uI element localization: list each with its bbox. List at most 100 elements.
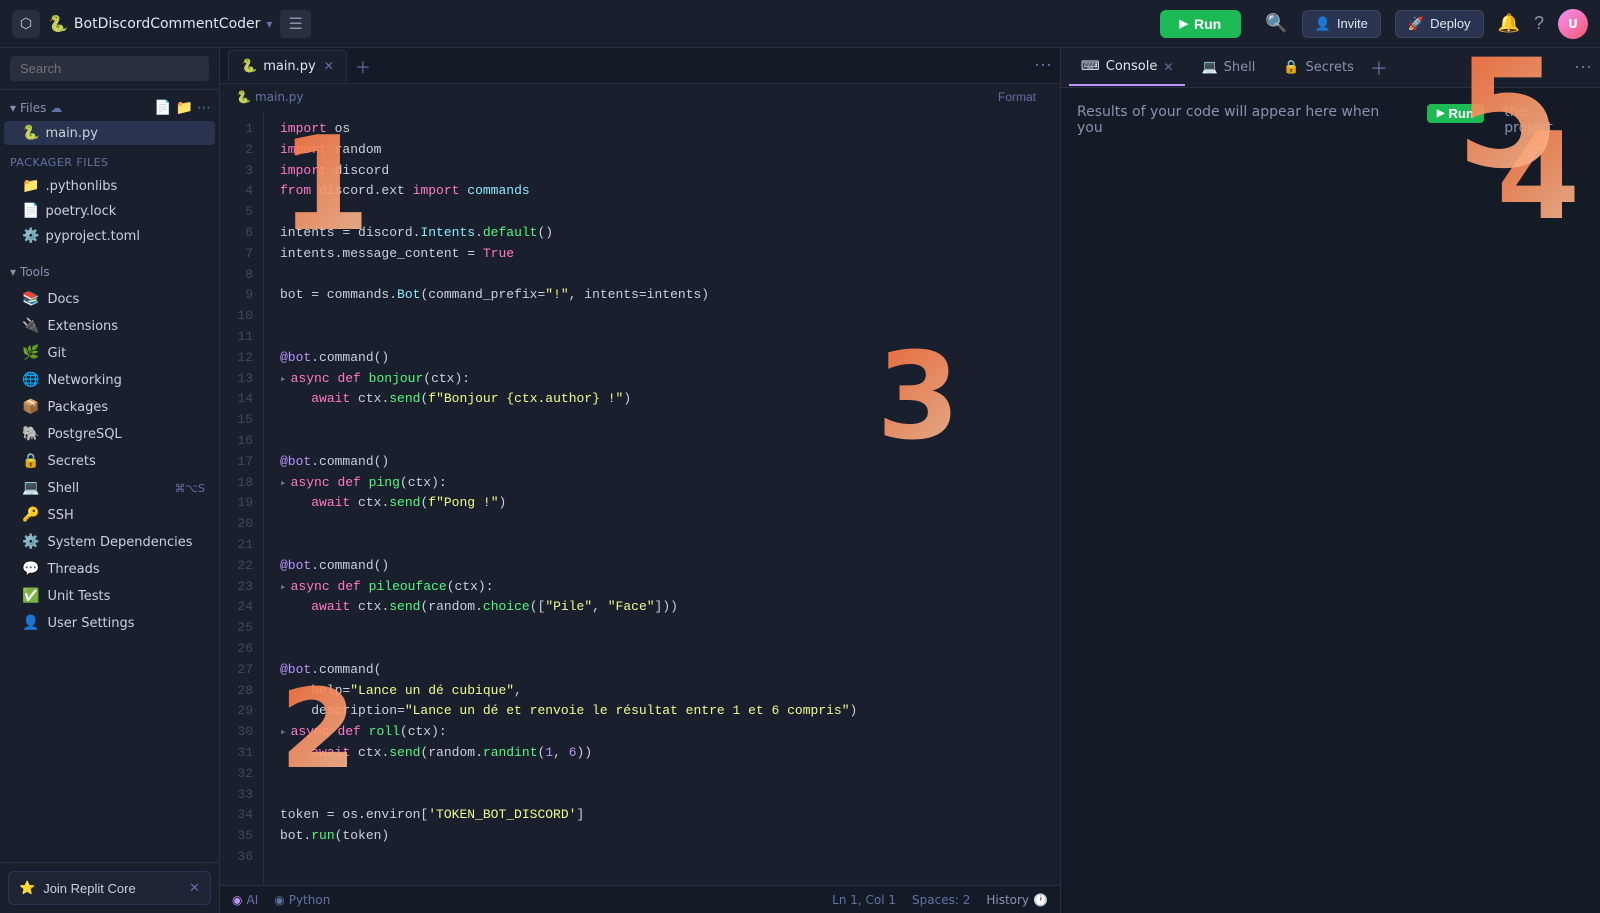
python-indicator[interactable]: ◉ Python: [274, 893, 330, 907]
invite-button[interactable]: 👤 Invite: [1302, 10, 1381, 38]
sidebar-item-unit-tests[interactable]: ✅ Unit Tests: [4, 583, 215, 609]
sidebar-item-git[interactable]: 🌿 Git: [4, 340, 215, 366]
position-indicator: Ln 1, Col 1: [832, 893, 896, 907]
extensions-icon: 🔌: [22, 318, 39, 334]
editor-breadcrumb: 🐍 main.py Format: [220, 84, 1060, 111]
file-name: .pythonlibs: [45, 179, 117, 194]
tool-name: Docs: [47, 292, 79, 307]
join-core-label: Join Replit Core: [43, 881, 136, 896]
console-tab-close-icon[interactable]: ✕: [1163, 60, 1173, 74]
spaces-indicator: Spaces: 2: [912, 893, 970, 907]
tool-name: Packages: [47, 400, 108, 415]
sidebar-item-docs[interactable]: 📚 Docs: [4, 286, 215, 312]
topbar: ⬡ 🐍 BotDiscordCommentCoder ▾ ☰ Run 🔍 👤 I…: [0, 0, 1600, 48]
tab-console[interactable]: ⌨ Console ✕: [1069, 50, 1185, 86]
rpanel-add-button[interactable]: ＋: [1370, 55, 1388, 81]
run-button[interactable]: Run: [1160, 10, 1242, 38]
files-section: ▾ Files ☁ 📄 📁 ⋯ 🐍 main.py Packager files…: [0, 90, 219, 255]
console-text2: the project.: [1504, 104, 1584, 136]
git-icon: 🌿: [22, 345, 39, 361]
secrets-icon: 🔒: [22, 453, 39, 469]
console-run-button[interactable]: Run: [1427, 104, 1484, 123]
more-icon[interactable]: ⋯: [197, 100, 211, 116]
tools-header[interactable]: ▾ Tools: [0, 259, 219, 285]
cloud-icon: ☁: [50, 101, 62, 115]
sidebar-item-ssh[interactable]: 🔑 SSH: [4, 502, 215, 528]
file-name: main.py: [45, 126, 98, 141]
file-item-main-py[interactable]: 🐍 main.py: [4, 121, 215, 145]
tools-label: Tools: [20, 265, 50, 279]
sidebar-item-postgresql[interactable]: 🐘 PostgreSQL: [4, 421, 215, 447]
tool-name: SSH: [47, 508, 73, 523]
tools-chevron-icon: ▾: [10, 265, 16, 279]
tools-section: ▾ Tools 📚 Docs 🔌 Extensions 🌿 Git 🌐 Netw…: [0, 255, 219, 641]
sidebar-item-shell[interactable]: 💻 Shell ⌘⌥S: [4, 475, 215, 501]
editor-tabs-menu-button[interactable]: ⋯: [1034, 55, 1052, 76]
code-editor[interactable]: import os import random import discord f…: [264, 111, 1060, 885]
editor-tabs: 🐍 main.py ✕ ＋ ⋯: [220, 48, 1060, 84]
new-file-icon[interactable]: 📄: [154, 100, 171, 116]
pages-button[interactable]: ☰: [280, 10, 310, 38]
sidebar-search-container: [0, 48, 219, 90]
deploy-button[interactable]: 🚀 Deploy: [1395, 10, 1484, 38]
sidebar-item-extensions[interactable]: 🔌 Extensions: [4, 313, 215, 339]
invite-icon: 👤: [1315, 16, 1331, 32]
editor-area: 1 2 3 🐍 main.py ✕ ＋ ⋯ 🐍 main.py Format 1…: [220, 48, 1060, 913]
shell-icon: 💻: [22, 480, 39, 496]
breadcrumb-text: main.py: [255, 90, 304, 104]
bell-button[interactable]: 🔔: [1498, 13, 1520, 34]
file-item-pythonlibs[interactable]: 📁 .pythonlibs: [4, 174, 215, 198]
file-icon-lock: 📄: [22, 203, 39, 219]
shell-tab-icon: 💻: [1201, 60, 1217, 75]
shell-tab-label: Shell: [1224, 60, 1256, 75]
sidebar-item-networking[interactable]: 🌐 Networking: [4, 367, 215, 393]
tab-add-button[interactable]: ＋: [351, 54, 375, 78]
file-item-pyproject[interactable]: ⚙️ pyproject.toml: [4, 224, 215, 248]
console-icon: ⌨: [1081, 59, 1100, 74]
console-text: Results of your code will appear here wh…: [1077, 104, 1406, 136]
sidebar-item-system-dependencies[interactable]: ⚙️ System Dependencies: [4, 529, 215, 555]
join-core-icon: ⭐: [19, 880, 35, 896]
file-item-poetry-lock[interactable]: 📄 poetry.lock: [4, 199, 215, 223]
sidebar-item-threads[interactable]: 💬 Threads: [4, 556, 215, 582]
tool-name: System Dependencies: [47, 535, 192, 550]
search-input[interactable]: [10, 56, 209, 81]
join-core-button[interactable]: ⭐ Join Replit Core ✕: [8, 871, 211, 905]
main-layout: ▾ Files ☁ 📄 📁 ⋯ 🐍 main.py Packager files…: [0, 48, 1600, 913]
ai-indicator[interactable]: ◉ AI: [232, 893, 258, 907]
tab-secrets[interactable]: 🔒 Secrets: [1271, 50, 1366, 86]
tab-close-icon[interactable]: ✕: [324, 59, 334, 73]
secrets-tab-label: Secrets: [1306, 60, 1354, 75]
history-button[interactable]: History 🕐: [986, 893, 1048, 907]
sidebar-item-secrets[interactable]: 🔒 Secrets: [4, 448, 215, 474]
sidebar-bottom: ⭐ Join Replit Core ✕: [0, 862, 219, 913]
ai-circle-icon: ◉: [232, 893, 242, 907]
project-name[interactable]: 🐍 BotDiscordCommentCoder ▾: [48, 14, 272, 33]
docs-icon: 📚: [22, 291, 39, 307]
app-logo: ⬡: [12, 10, 40, 38]
help-button[interactable]: ?: [1534, 13, 1544, 34]
avatar[interactable]: U: [1558, 9, 1588, 39]
files-chevron-icon: ▾: [10, 101, 16, 115]
sidebar-item-packages[interactable]: 📦 Packages: [4, 394, 215, 420]
networking-icon: 🌐: [22, 372, 39, 388]
files-header: ▾ Files ☁ 📄 📁 ⋯: [0, 96, 219, 120]
tab-main-py[interactable]: 🐍 main.py ✕: [228, 50, 347, 82]
format-button[interactable]: Format: [990, 88, 1044, 106]
tab-shell[interactable]: 💻 Shell: [1189, 50, 1267, 86]
breadcrumb-python-icon: 🐍: [236, 90, 251, 104]
rpanel-menu-button[interactable]: ⋯: [1574, 57, 1592, 78]
tool-name: Git: [47, 346, 66, 361]
tool-name: Unit Tests: [47, 589, 110, 604]
search-button[interactable]: 🔍: [1265, 13, 1287, 34]
sidebar-item-user-settings[interactable]: 👤 User Settings: [4, 610, 215, 636]
threads-icon: 💬: [22, 561, 39, 577]
status-left: ◉ AI ◉ Python: [232, 893, 330, 907]
join-core-close-icon[interactable]: ✕: [189, 880, 200, 896]
tool-name: Extensions: [47, 319, 118, 334]
project-icon: 🐍: [48, 14, 68, 33]
console-tab-label: Console: [1106, 59, 1158, 74]
ssh-icon: 🔑: [22, 507, 39, 523]
new-folder-icon[interactable]: 📁: [176, 100, 193, 116]
status-right: Ln 1, Col 1 Spaces: 2 History 🕐: [832, 893, 1048, 907]
